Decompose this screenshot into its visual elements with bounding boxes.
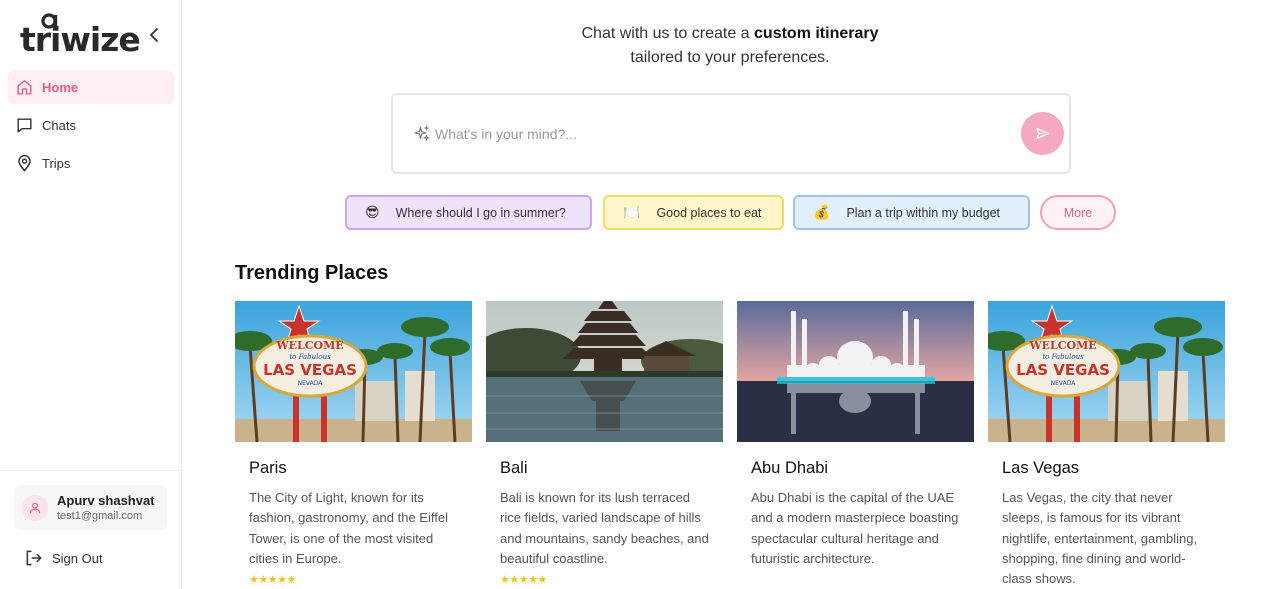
home-icon — [17, 79, 32, 95]
sidebar-item-label: Trips — [42, 155, 71, 171]
sign-out-button[interactable]: Sign Out — [24, 548, 103, 568]
plate-icon: 🍽️ — [623, 204, 641, 220]
place-image: WELCOME to Fabulous LAS VEGAS NEVADA — [235, 301, 472, 442]
place-description: Abu Dhabi is the capital of the UAE and … — [751, 490, 959, 566]
sign-out-icon — [26, 550, 42, 566]
collapse-sidebar-icon[interactable] — [146, 26, 162, 44]
sign-out-label: Sign Out — [52, 550, 103, 566]
logo[interactable]: triwize — [20, 10, 141, 60]
sign-text: to Fabulous — [289, 353, 331, 361]
chip-budget[interactable]: 💰 Plan a trip within my budget — [793, 195, 1030, 230]
place-card-abu-dhabi[interactable]: Abu Dhabi Abu Dhabi is the capital of th… — [737, 301, 974, 589]
sidebar-item-trips[interactable]: Trips — [8, 146, 174, 180]
rating-stars: ★★★★★ — [500, 574, 547, 586]
more-button[interactable]: More — [1040, 195, 1116, 230]
sign-text: NEVADA — [298, 380, 324, 387]
place-image — [737, 301, 974, 442]
user-name: Apurv shashvat — [57, 492, 155, 508]
headline-bold: custom itinerary — [754, 25, 879, 42]
place-image: WELCOME to Fabulous LAS VEGAS NEVADA — [988, 301, 1225, 442]
headline-pre: Chat with us to create a — [581, 25, 755, 42]
place-description: Las Vegas, the city that never sleeps, i… — [1002, 490, 1198, 587]
chip-label: Good places to eat — [656, 205, 762, 220]
sign-text: LAS VEGAS — [1016, 361, 1110, 379]
sidebar-item-chats[interactable]: Chats — [8, 108, 174, 142]
sign-text: to Fabulous — [1042, 353, 1084, 361]
chip-places-to-eat[interactable]: 🍽️ Good places to eat — [603, 195, 784, 230]
sign-text: LAS VEGAS — [263, 361, 357, 379]
sidebar-divider — [0, 470, 182, 471]
place-card-las-vegas[interactable]: WELCOME to Fabulous LAS VEGAS NEVADA Las… — [988, 301, 1225, 589]
place-image — [486, 301, 723, 442]
place-title: Las Vegas — [1002, 459, 1080, 477]
sidebar-item-label: Home — [42, 79, 79, 95]
chat-box — [391, 93, 1071, 174]
section-title: Trending Places — [235, 262, 389, 284]
avatar — [22, 494, 48, 521]
chip-label: Plan a trip within my budget — [846, 205, 1000, 220]
sidebar-nav: Home Chats Trips — [8, 70, 174, 184]
sign-text: WELCOME — [1028, 339, 1096, 352]
sparkle-icon — [414, 125, 431, 142]
place-title: Paris — [249, 459, 287, 477]
send-button[interactable] — [1021, 112, 1064, 155]
place-title: Bali — [500, 459, 528, 477]
sunglasses-icon: 😎 — [365, 204, 380, 220]
rating-stars: ★★★★★ — [249, 574, 296, 586]
user-icon — [29, 502, 41, 513]
place-card-bali[interactable]: Bali Bali is known for its lush terraced… — [486, 301, 723, 589]
chip-label: Where should I go in summer? — [395, 205, 566, 220]
place-description: The City of Light, known for its fashion… — [249, 490, 448, 566]
chip-summer[interactable]: 😎 Where should I go in summer? — [345, 195, 592, 230]
place-card-paris[interactable]: WELCOME to Fabulous LAS VEGAS NEVADA Par… — [235, 301, 472, 589]
place-description: Bali is known for its lush terraced rice… — [500, 490, 709, 566]
sidebar-item-label: Chats — [42, 117, 76, 133]
sidebar-item-home[interactable]: Home — [8, 70, 174, 104]
user-email: test1@gmail.com — [57, 509, 143, 522]
send-icon — [1036, 127, 1049, 140]
chat-icon — [17, 117, 32, 133]
logo-text: triwize — [20, 20, 141, 59]
suggestion-chips: 😎 Where should I go in summer? 🍽️ Good p… — [0, 195, 1280, 231]
sign-text: WELCOME — [275, 339, 343, 352]
page-headline: Chat with us to create a custom itinerar… — [430, 22, 1030, 70]
place-title: Abu Dhabi — [751, 459, 829, 477]
map-pin-icon — [18, 154, 31, 172]
money-bag-icon: 💰 — [813, 204, 831, 220]
headline-post: tailored to your preferences. — [630, 49, 830, 66]
trending-places: WELCOME to Fabulous LAS VEGAS NEVADA Par… — [235, 301, 1235, 589]
chat-input[interactable] — [435, 121, 995, 147]
sign-text: NEVADA — [1051, 380, 1077, 387]
user-card[interactable]: Apurv shashvat test1@gmail.com — [14, 485, 167, 530]
sidebar: triwize Home Chats Trips Apurv shashvat … — [0, 0, 182, 589]
